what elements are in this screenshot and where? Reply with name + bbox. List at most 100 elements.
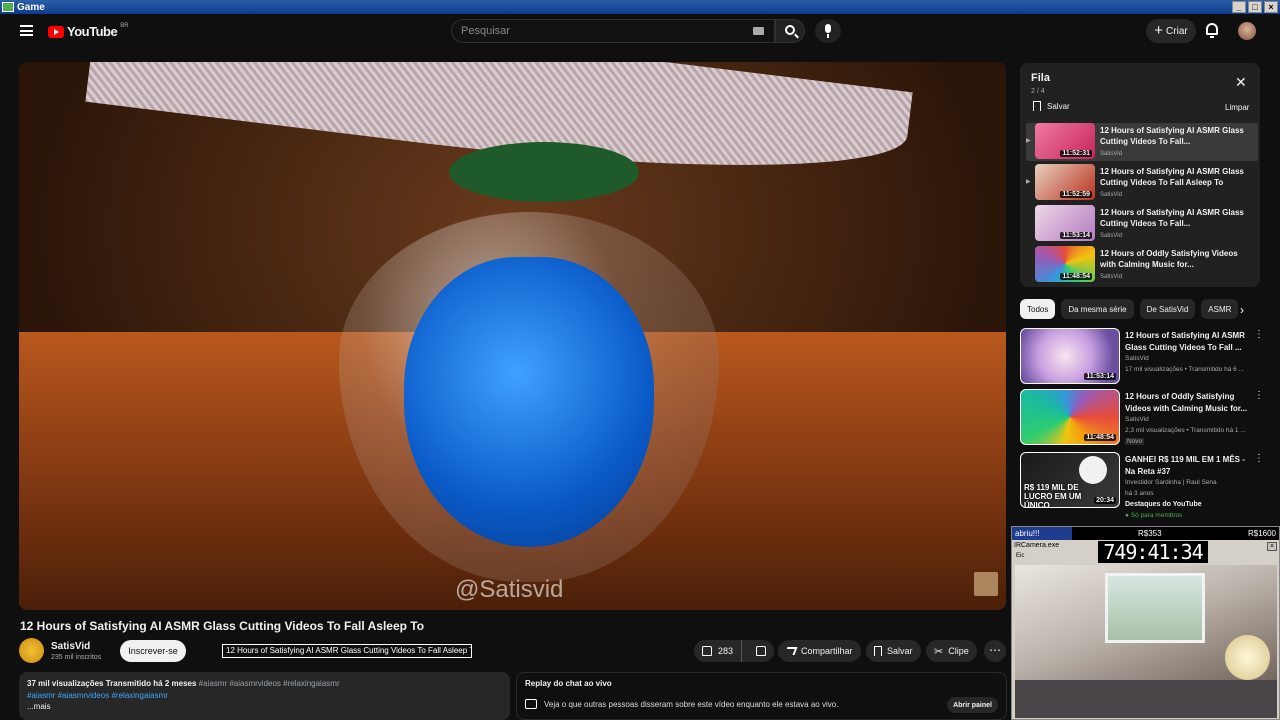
share-button[interactable]: Compartilhar bbox=[778, 640, 861, 662]
view-stats: 37 mil visualizações Transmitido há 2 me… bbox=[27, 679, 197, 688]
queue-thumbnail: 11:53:14 bbox=[1035, 205, 1095, 241]
more-actions-button[interactable]: ⋯ bbox=[984, 640, 1006, 662]
clip-button[interactable]: ✂ Clipe bbox=[926, 640, 977, 662]
logo-text: YouTube bbox=[67, 24, 118, 39]
channel-watermark-icon[interactable] bbox=[974, 572, 998, 596]
maximize-button[interactable]: □ bbox=[1248, 1, 1262, 13]
open-panel-button[interactable]: Abrir painel bbox=[947, 697, 998, 713]
like-count: 283 bbox=[718, 646, 734, 656]
save-queue-button[interactable]: Salvar bbox=[1033, 101, 1070, 111]
subscribe-button[interactable]: Inscrever-se bbox=[120, 640, 186, 662]
queue-item-channel: SatisVid bbox=[1100, 274, 1122, 280]
queue-title: Fila bbox=[1031, 72, 1050, 84]
video-player[interactable]: @Satisvid bbox=[19, 62, 1006, 610]
chip-same-series[interactable]: Da mesma série bbox=[1061, 299, 1134, 319]
chip-from-channel[interactable]: De SatisVid bbox=[1139, 299, 1196, 319]
chip-asmr[interactable]: ASMR bbox=[1201, 299, 1239, 319]
members-only-badge: ● Só para membros bbox=[1125, 512, 1183, 519]
queue-item[interactable]: ▶ 11:52:31 12 Hours of Satisfying AI ASM… bbox=[1026, 123, 1258, 161]
recommendation-item[interactable]: R$ 119 MIL DE LUCRO EM UM ÚNICO 20:34 GA… bbox=[1020, 452, 1264, 519]
youtube-logo[interactable]: YouTube BR bbox=[48, 23, 129, 39]
recommendation-meta: há 3 anos bbox=[1125, 490, 1154, 497]
webcam-window-view bbox=[1105, 573, 1205, 643]
more-options-icon[interactable]: ⋮ bbox=[1254, 391, 1264, 401]
new-badge: Novo bbox=[1125, 438, 1145, 445]
queue-item-channel: SatisVid bbox=[1100, 151, 1122, 157]
hashtag-links[interactable]: #aiasmr #aiasmrvideos #relaxingaiasmr bbox=[27, 690, 502, 702]
video-title: 12 Hours of Satisfying AI ASMR Glass Cut… bbox=[20, 619, 425, 633]
queue-item[interactable]: 11:48:54 12 Hours of Oddly Satisfying Vi… bbox=[1026, 246, 1258, 284]
video-thumbnail: R$ 119 MIL DE LUCRO EM UM ÚNICO 20:34 bbox=[1020, 452, 1120, 508]
description-hashtags: #aiasmr #aiasmrvideos #relaxingaiasmr bbox=[198, 679, 340, 688]
chip-all[interactable]: Todos bbox=[1020, 299, 1056, 319]
show-more-link[interactable]: ...mais bbox=[27, 701, 502, 713]
close-window-button[interactable]: × bbox=[1264, 1, 1278, 13]
featured-label: Destaques do YouTube bbox=[1125, 501, 1202, 508]
notifications-bell-icon[interactable] bbox=[1206, 23, 1218, 38]
recommendation-title: GANHEI R$ 119 MIL EM 1 MÊS - Na Reta #37 bbox=[1125, 455, 1245, 476]
recommendation-item[interactable]: 11:53:14 12 Hours of Satisfying AI ASMR … bbox=[1020, 328, 1264, 384]
video-frame-leaf bbox=[449, 142, 639, 202]
thumbnail-badge-icon bbox=[1079, 456, 1107, 484]
webcam-desk bbox=[1015, 680, 1277, 718]
duration-badge: 11:52:59 bbox=[1060, 191, 1092, 198]
minimize-button[interactable]: _ bbox=[1232, 1, 1246, 13]
recommendation-item[interactable]: 11:48:54 12 Hours of Oddly Satisfying Vi… bbox=[1020, 389, 1264, 445]
queue-item-title: 12 Hours of Satisfying AI ASMR Glass Cut… bbox=[1100, 208, 1244, 228]
queue-item-title: 12 Hours of Oddly Satisfying Videos with… bbox=[1100, 249, 1238, 269]
recommendation-channel: Investidor Sardinha | Raul Sena bbox=[1125, 479, 1217, 486]
chevron-right-icon[interactable]: › bbox=[1240, 303, 1244, 317]
youtube-play-icon bbox=[48, 25, 64, 38]
queue-panel: Fila 2 / 4 ✕ Salvar Limpar ▶ 11:52:31 12… bbox=[1020, 63, 1260, 287]
members-only-label: Só para membros bbox=[1130, 512, 1183, 519]
window-titlebar: Game _ □ × bbox=[0, 0, 1280, 14]
create-button[interactable]: + Criar bbox=[1146, 19, 1196, 43]
thumbnail-text: R$ 119 MIL DE LUCRO EM UM ÚNICO bbox=[1024, 483, 1082, 508]
more-options-icon[interactable]: ⋮ bbox=[1254, 330, 1264, 340]
recommendation-meta: 17 mil visualizações • Transmitido há 6 … bbox=[1125, 366, 1244, 373]
like-button[interactable]: 283 bbox=[694, 640, 743, 662]
play-indicator-icon: ▶ bbox=[1026, 179, 1031, 185]
duration-badge: 20:34 bbox=[1094, 497, 1116, 504]
recommendation-channel: SatisVid bbox=[1125, 355, 1149, 362]
queue-item[interactable]: 11:53:14 12 Hours of Satisfying AI ASMR … bbox=[1026, 205, 1258, 243]
app-icon bbox=[2, 2, 14, 12]
save-label: Salvar bbox=[887, 646, 913, 656]
menu-icon[interactable] bbox=[20, 25, 33, 36]
video-thumbnail: 11:53:14 bbox=[1020, 328, 1120, 384]
like-dislike-group: 283 bbox=[694, 640, 774, 662]
overlay-status-bar: abriu!!! R$353 R$1600 bbox=[1012, 527, 1279, 540]
queue-item-channel: SatisVid bbox=[1100, 233, 1122, 239]
channel-name[interactable]: SatisVid bbox=[51, 641, 90, 652]
more-options-icon[interactable]: ⋮ bbox=[1254, 454, 1264, 464]
search-icon bbox=[785, 25, 795, 35]
search-button[interactable] bbox=[775, 19, 805, 43]
close-icon[interactable]: × bbox=[1267, 542, 1277, 551]
close-queue-icon[interactable]: ✕ bbox=[1235, 75, 1247, 89]
voice-search-mic-icon[interactable] bbox=[815, 19, 841, 43]
title-tooltip: 12 Hours of Satisfying AI ASMR Glass Cut… bbox=[222, 644, 472, 658]
account-avatar[interactable] bbox=[1238, 22, 1256, 40]
description-box[interactable]: 37 mil visualizações Transmitido há 2 me… bbox=[19, 672, 510, 720]
queue-item-title: 12 Hours of Satisfying AI ASMR Glass Cut… bbox=[1100, 126, 1244, 146]
keyboard-icon[interactable] bbox=[753, 27, 764, 35]
create-label: Criar bbox=[1166, 25, 1188, 37]
scissors-icon: ✂ bbox=[934, 645, 944, 658]
duration-badge: 11:48:54 bbox=[1060, 273, 1092, 280]
clear-queue-button[interactable]: Limpar bbox=[1225, 103, 1249, 112]
filter-chips: Todos Da mesma série De SatisVid ASMR bbox=[1020, 299, 1260, 319]
camera-window-title: IRCamera.exe bbox=[1014, 542, 1060, 549]
stream-timer: 749:41:34 bbox=[1098, 541, 1208, 563]
queue-item[interactable]: ▶ 11:52:59 12 Hours of Satisfying AI ASM… bbox=[1026, 164, 1258, 202]
thumbs-up-icon bbox=[702, 646, 712, 656]
queue-thumbnail: 11:52:31 bbox=[1035, 123, 1095, 159]
bookmark-icon bbox=[874, 646, 882, 656]
recommendation-title: 12 Hours of Satisfying AI ASMR Glass Cut… bbox=[1125, 331, 1245, 352]
duration-badge: 11:52:31 bbox=[1060, 150, 1092, 157]
channel-avatar[interactable] bbox=[19, 638, 44, 663]
chat-replay-box: Replay do chat ao vivo Veja o que outras… bbox=[516, 672, 1007, 720]
overlay-amount: R$353 bbox=[1138, 529, 1162, 538]
dislike-button[interactable] bbox=[747, 640, 774, 662]
save-button[interactable]: Salvar bbox=[866, 640, 921, 662]
search-input[interactable]: Pesquisar bbox=[451, 19, 775, 43]
